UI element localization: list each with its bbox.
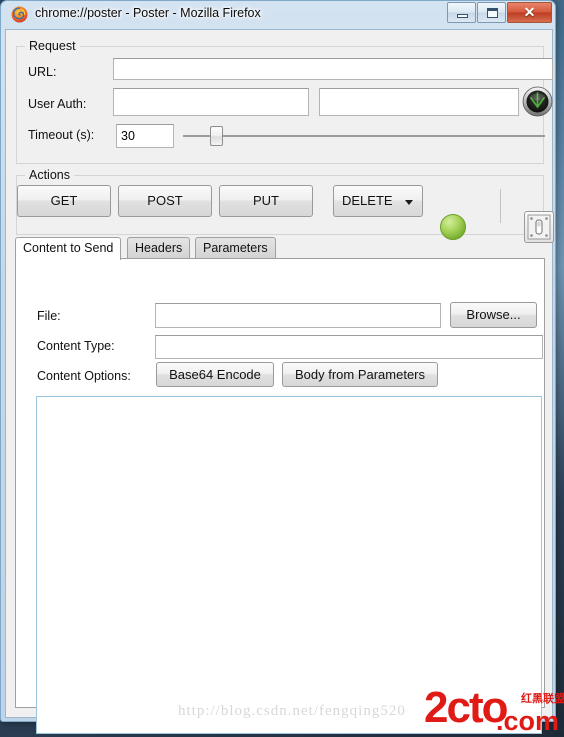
application-window: chrome://poster - Poster - Mozilla Firef… xyxy=(0,0,556,734)
timeout-slider-thumb[interactable] xyxy=(210,126,223,146)
timeout-input[interactable] xyxy=(116,124,174,148)
base64-encode-button[interactable]: Base64 Encode xyxy=(156,362,274,387)
tab-strip: Content to Send Headers Parameters xyxy=(15,237,545,260)
tab-content-to-send[interactable]: Content to Send xyxy=(15,237,122,260)
actions-divider xyxy=(500,189,501,223)
watermark-logo-tld: .com xyxy=(496,706,560,736)
window-title: chrome://poster - Poster - Mozilla Firef… xyxy=(35,6,261,20)
maximize-button[interactable] xyxy=(477,2,506,23)
watermark-url: http://blog.csdn.net/fengqing520 xyxy=(178,703,406,719)
timeout-slider-track[interactable] xyxy=(183,135,545,137)
file-label: File: xyxy=(37,309,61,323)
content-type-label: Content Type: xyxy=(37,339,115,353)
request-group-title: Request xyxy=(25,39,80,53)
get-button[interactable]: GET xyxy=(17,185,111,217)
close-icon: ✕ xyxy=(523,4,536,20)
browse-button[interactable]: Browse... xyxy=(450,302,537,328)
tab-parameters[interactable]: Parameters xyxy=(195,237,276,259)
watermark-logo: 2cto .com 红黑联盟 xyxy=(424,683,564,736)
poster-client-area: Request URL: User Auth: Timeout (s): 30 … xyxy=(5,29,554,734)
title-bar[interactable]: chrome://poster - Poster - Mozilla Firef… xyxy=(1,1,555,29)
file-input[interactable] xyxy=(155,303,441,328)
user-auth-password-input[interactable] xyxy=(319,88,519,116)
user-auth-label: User Auth: xyxy=(28,97,87,111)
url-input[interactable] xyxy=(113,58,553,80)
close-button[interactable]: ✕ xyxy=(507,2,552,23)
timeout-label: Timeout (s): xyxy=(28,128,95,142)
post-button[interactable]: POST xyxy=(118,185,212,217)
minimize-icon xyxy=(457,14,468,18)
url-label: URL: xyxy=(28,65,57,79)
radar-globe-icon[interactable] xyxy=(522,86,553,117)
minimize-button[interactable] xyxy=(447,2,476,23)
put-button[interactable]: PUT xyxy=(219,185,313,217)
delete-method-label: DELETE xyxy=(342,193,393,208)
tab-headers[interactable]: Headers xyxy=(127,237,191,259)
delete-method-dropdown[interactable]: DELETE xyxy=(333,185,423,217)
user-auth-username-input[interactable] xyxy=(113,88,309,116)
maximize-icon xyxy=(487,8,498,18)
window-controls: ✕ xyxy=(446,2,552,23)
watermark-logo-text: 2cto xyxy=(424,683,508,732)
body-from-parameters-button[interactable]: Body from Parameters xyxy=(282,362,438,387)
content-options-label: Content Options: xyxy=(37,369,131,383)
watermark-logo-chinese: 红黑联盟 xyxy=(521,693,564,705)
firefox-icon xyxy=(11,6,28,23)
chevron-down-icon xyxy=(405,200,413,205)
content-type-input[interactable] xyxy=(155,335,543,359)
actions-group-title: Actions xyxy=(25,168,74,182)
